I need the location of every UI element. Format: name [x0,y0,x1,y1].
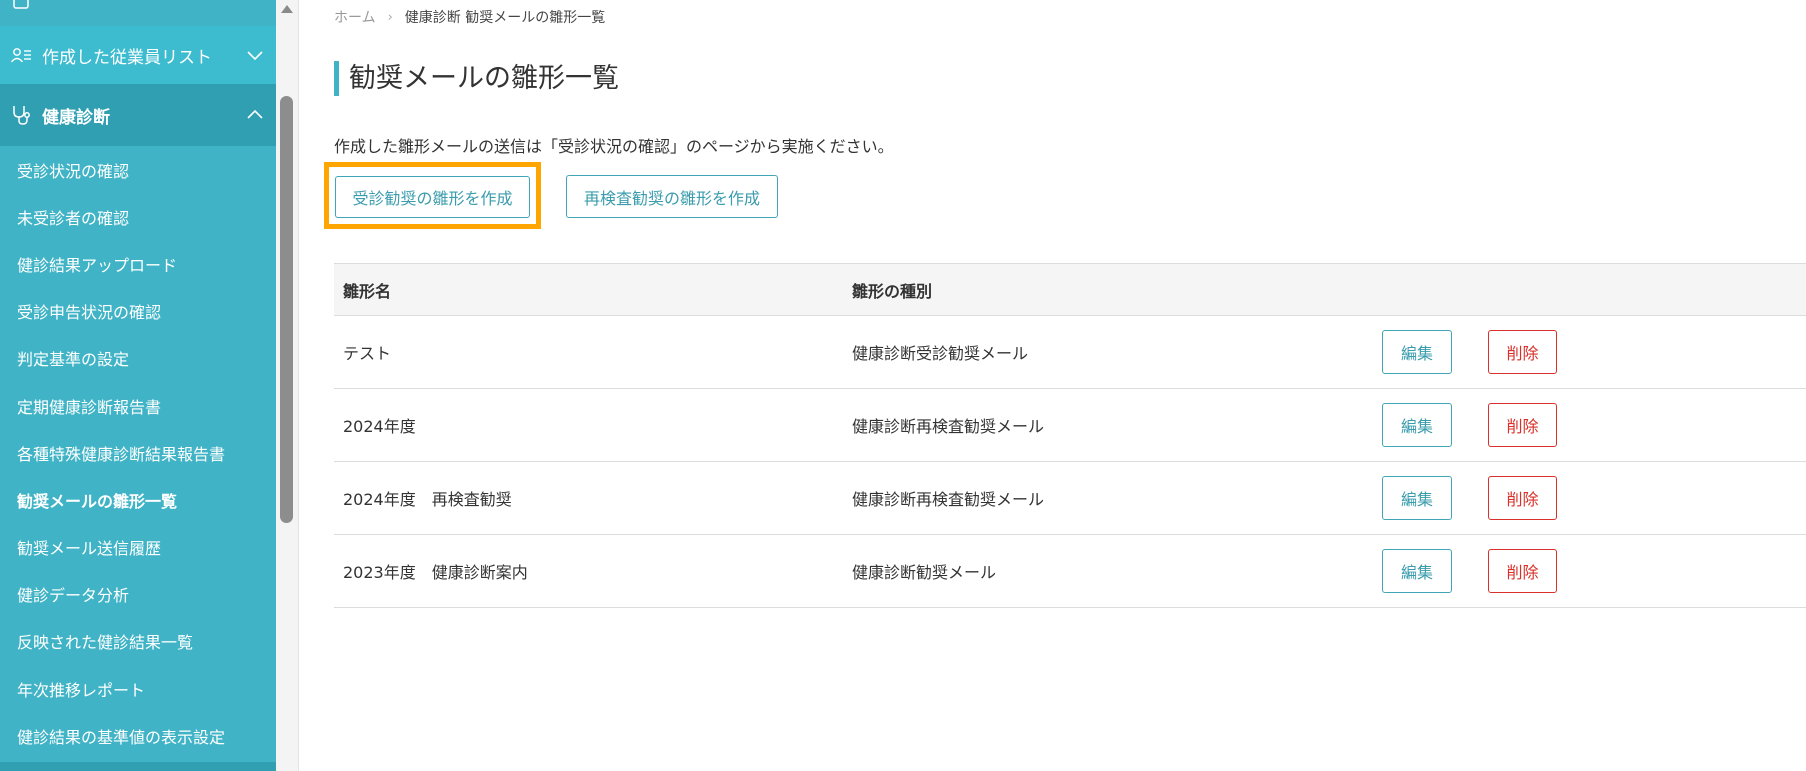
sidebar-item-partial[interactable] [0,0,276,14]
table-row: 2023年度 健康診断案内 健康診断勧奨メール 編集 削除 [334,535,1806,608]
sidebar-item-annual-report[interactable]: 年次推移レポート [0,665,276,712]
page-title: 勧奨メールの雛形一覧 [334,61,619,96]
stethoscope-icon [9,103,33,127]
breadcrumb: ホーム › 健康診断 勧奨メールの雛形一覧 [334,7,605,27]
chevron-down-icon [247,51,263,61]
edit-button[interactable]: 編集 [1382,549,1452,593]
sidebar-item-mail-history[interactable]: 勧奨メール送信履歴 [0,524,276,571]
clipboard-icon [9,0,33,12]
row-template-type: 健康診断受診勧奨メール [852,344,1029,363]
sidebar-item-data-analysis[interactable]: 健診データ分析 [0,571,276,618]
row-template-name: 2023年度 健康診断案内 [343,563,528,582]
sidebar-scrollbar[interactable] [276,0,299,771]
sidebar-item-unexamined[interactable]: 未受診者の確認 [0,193,276,240]
row-template-name: 2024年度 再検査勧奨 [343,490,512,509]
edit-button[interactable]: 編集 [1382,403,1452,447]
delete-button[interactable]: 削除 [1488,476,1557,520]
row-template-type: 健康診断再検査勧奨メール [852,490,1045,509]
page-description: 作成した雛形メールの送信は「受診状況の確認」のページから実施ください。 [334,137,894,156]
sidebar-sub-list: 受診状況の確認 未受診者の確認 健診結果アップロード 受診申告状況の確認 判定基… [0,146,276,759]
edit-button[interactable]: 編集 [1382,330,1452,374]
create-recommend-template-button[interactable]: 受診勧奨の雛形を作成 [335,176,530,218]
table-header: 雛形名 雛形の種別 [334,263,1806,316]
breadcrumb-home[interactable]: ホーム [334,7,376,27]
sidebar-item-reflected-results[interactable]: 反映された健診結果一覧 [0,618,276,665]
delete-button[interactable]: 削除 [1488,403,1557,447]
sidebar-item-consultation-status[interactable]: 受診状況の確認 [0,146,276,193]
sidebar-bottom-strip [0,762,276,771]
main-content: ホーム › 健康診断 勧奨メールの雛形一覧 勧奨メールの雛形一覧 作成した雛形メ… [300,0,1806,771]
row-template-name: テスト [343,344,392,363]
breadcrumb-separator-icon: › [387,9,393,25]
row-template-type: 健康診断再検査勧奨メール [852,417,1045,436]
templates-table: 雛形名 雛形の種別 テスト 健康診断受診勧奨メール 編集 削除 2024年度 健… [334,263,1806,608]
sidebar-item-health-checkup-label: 健康診断 [42,107,110,128]
table-row: 2024年度 健康診断再検査勧奨メール 編集 削除 [334,389,1806,462]
sidebar-item-employee-list[interactable]: 作成した従業員リスト [0,26,276,84]
sidebar-item-reference-settings[interactable]: 健診結果の基準値の表示設定 [0,712,276,759]
row-template-type: 健康診断勧奨メール [852,563,997,582]
sidebar-item-mail-templates[interactable]: 勧奨メールの雛形一覧 [0,476,276,523]
breadcrumb-current: 健康診断 勧奨メールの雛形一覧 [404,10,606,26]
sidebar-item-employee-list-label: 作成した従業員リスト [42,47,212,68]
header-template-name: 雛形名 [343,281,392,301]
delete-button[interactable]: 削除 [1488,330,1557,374]
scroll-up-arrow-icon[interactable] [281,5,293,13]
sidebar-item-criteria-settings[interactable]: 判定基準の設定 [0,335,276,382]
sidebar-item-result-upload[interactable]: 健診結果アップロード [0,240,276,287]
table-row: 2024年度 再検査勧奨 健康診断再検査勧奨メール 編集 削除 [334,462,1806,535]
create-recheck-template-button[interactable]: 再検査勧奨の雛形を作成 [566,175,778,218]
sidebar: 作成した従業員リスト 健康診断 受診状況の確認 未受診者の確認 健診結果アップロ… [0,0,276,771]
scroll-thumb[interactable] [280,96,293,523]
edit-button[interactable]: 編集 [1382,476,1452,520]
person-list-icon [9,43,33,67]
table-row: テスト 健康診断受診勧奨メール 編集 削除 [334,316,1806,389]
sidebar-item-report-status[interactable]: 受診申告状況の確認 [0,288,276,335]
sidebar-item-special-report[interactable]: 各種特殊健康診断結果報告書 [0,429,276,476]
row-template-name: 2024年度 [343,417,416,436]
header-template-type: 雛形の種別 [852,281,933,301]
delete-button[interactable]: 削除 [1488,549,1557,593]
sidebar-item-health-checkup[interactable]: 健康診断 [0,84,276,146]
chevron-up-icon [247,109,263,119]
app-window: 作成した従業員リスト 健康診断 受診状況の確認 未受診者の確認 健診結果アップロ… [0,0,1806,771]
sidebar-item-periodic-report[interactable]: 定期健康診断報告書 [0,382,276,429]
